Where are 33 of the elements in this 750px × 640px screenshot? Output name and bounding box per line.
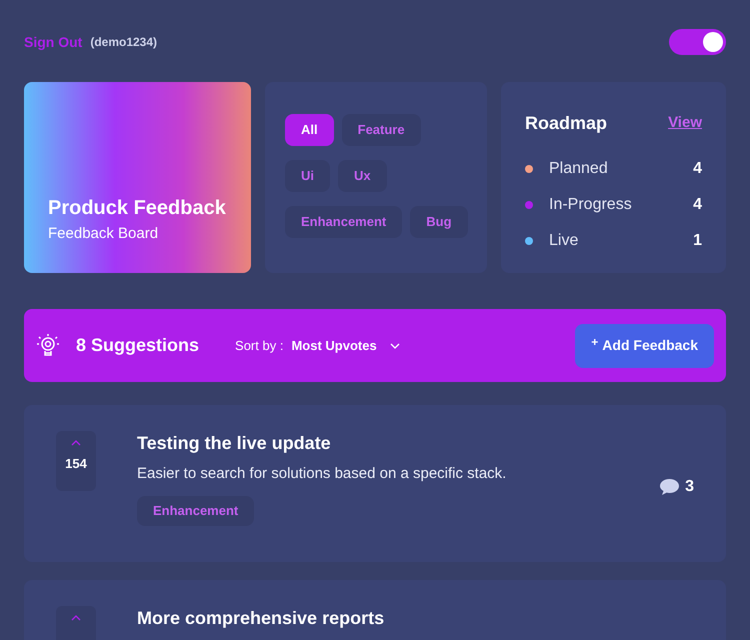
roadmap-count: 1 [693,231,702,251]
comment-count: 3 [685,477,694,497]
suggestion-description: Easier to search for solutions based on a specific stack. [137,464,508,484]
upvote-button[interactable]: 154 [56,431,96,491]
view-link[interactable]: View [668,112,702,135]
sort-dropdown[interactable]: Sort by : Most Upvotes [235,336,401,356]
speech-bubble-icon [660,479,680,495]
chevron-up-icon [71,614,81,620]
filter-tag[interactable]: All [285,114,334,146]
roadmap-count: 4 [693,195,702,215]
roadmap-status: Planned [549,159,609,179]
suggestions-count: 8 Suggestions [76,334,200,357]
lightbulb-icon [36,332,60,358]
suggestion-title[interactable]: Testing the live update [137,430,660,457]
theme-toggle[interactable] [669,29,726,55]
filter-tag[interactable]: Enhancement [285,206,402,238]
board-subtitle: Feedback Board [48,224,160,244]
filter-tag[interactable]: Ux [338,160,387,192]
chevron-down-icon [388,342,401,350]
sign-out-link[interactable]: Sign Out [24,32,82,52]
roadmap-status: Live [549,231,580,251]
username: (demo1234) [90,34,158,51]
suggestion-title[interactable]: More comprehensive reports [137,604,694,632]
add-feedback-button[interactable]: + Add Feedback [575,324,714,368]
roadmap-count: 4 [693,159,702,179]
filter-tag[interactable]: Feature [342,114,421,146]
filter-tag[interactable]: Ui [285,160,330,192]
category-tag[interactable]: Enhancement [137,496,254,526]
filter-tag[interactable]: Bug [410,206,468,238]
board-title: Produck Feedback [48,196,227,220]
roadmap-status: In-Progress [549,195,633,215]
chevron-up-icon [71,439,81,446]
roadmap-title: Roadmap [525,112,608,135]
